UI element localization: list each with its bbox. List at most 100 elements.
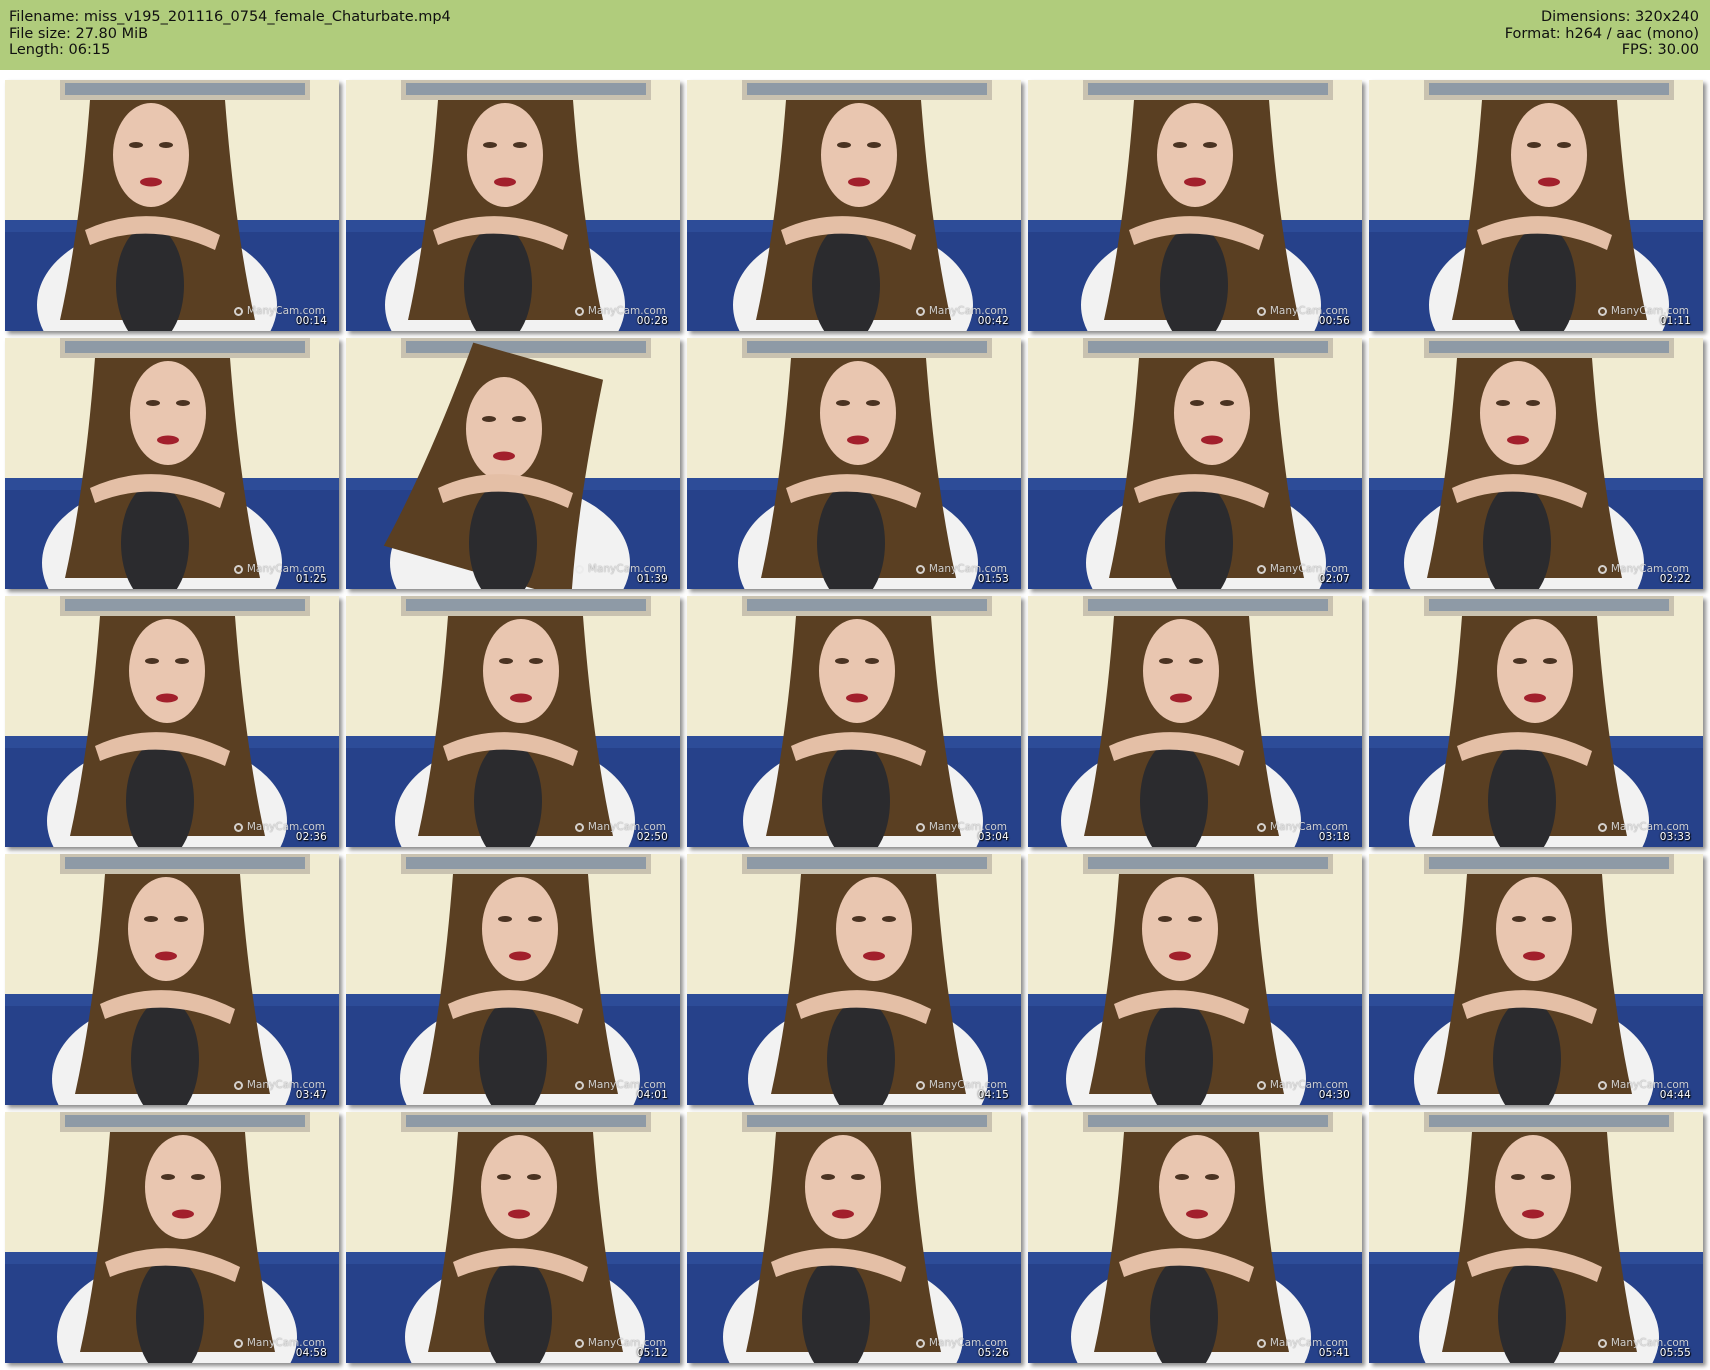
fps-line: FPS: 30.00 xyxy=(1621,42,1699,58)
thumbnail-scene xyxy=(346,338,680,589)
dimensions-line: Dimensions: 320x240 xyxy=(1540,9,1699,25)
thumbnail-frame[interactable]: ManyCam.com 04:58 xyxy=(5,1112,339,1363)
thumbnail-frame[interactable]: ManyCam.com 03:33 xyxy=(1369,596,1703,847)
timestamp: 05:12 xyxy=(636,1347,668,1359)
thumbnail-frame[interactable]: ManyCam.com 02:36 xyxy=(5,596,339,847)
thumbnail-frame[interactable]: ManyCam.com 03:47 xyxy=(5,854,339,1105)
camera-logo-icon xyxy=(1256,565,1266,574)
thumbnail-scene xyxy=(346,596,680,847)
timestamp: 02:07 xyxy=(1318,573,1350,585)
camera-logo-icon xyxy=(233,307,243,316)
thumbnail-scene xyxy=(687,80,1021,331)
thumbnail-frame[interactable]: ManyCam.com 05:26 xyxy=(687,1112,1021,1363)
timestamp: 03:04 xyxy=(977,831,1009,843)
thumbnail-frame[interactable]: ManyCam.com 00:56 xyxy=(1028,80,1362,331)
timestamp: 04:44 xyxy=(1659,1089,1691,1101)
timestamp: 04:58 xyxy=(295,1347,327,1359)
thumbnail-frame[interactable]: ManyCam.com 04:01 xyxy=(346,854,680,1105)
thumbnail-scene xyxy=(1369,596,1703,847)
thumbnail-scene xyxy=(1369,854,1703,1105)
camera-logo-icon xyxy=(1597,307,1607,316)
camera-logo-icon xyxy=(574,823,584,832)
camera-logo-icon xyxy=(574,1339,584,1348)
camera-logo-icon xyxy=(915,1081,925,1090)
timestamp: 01:11 xyxy=(1659,315,1691,327)
thumbnail-scene xyxy=(1028,80,1362,331)
camera-logo-icon xyxy=(1597,1081,1607,1090)
camera-logo-icon xyxy=(1256,823,1266,832)
thumbnail-frame[interactable]: ManyCam.com 02:22 xyxy=(1369,338,1703,589)
thumbnail-frame[interactable]: ManyCam.com 01:11 xyxy=(1369,80,1703,331)
thumbnail-scene xyxy=(1369,1112,1703,1363)
thumbnail-frame[interactable]: ManyCam.com 03:18 xyxy=(1028,596,1362,847)
camera-logo-icon xyxy=(1597,823,1607,832)
camera-logo-icon xyxy=(1256,307,1266,316)
thumbnail-scene xyxy=(346,1112,680,1363)
thumbnail-frame[interactable]: ManyCam.com 00:42 xyxy=(687,80,1021,331)
timestamp: 04:01 xyxy=(636,1089,668,1101)
camera-logo-icon xyxy=(574,565,584,574)
thumbnail-frame[interactable]: ManyCam.com 05:55 xyxy=(1369,1112,1703,1363)
format-line: Format: h264 / aac (mono) xyxy=(1504,25,1699,42)
thumbnail-scene xyxy=(1028,1112,1362,1363)
camera-logo-icon xyxy=(1256,1081,1266,1090)
camera-logo-icon xyxy=(1256,1339,1266,1348)
thumbnail-frame[interactable]: ManyCam.com 05:12 xyxy=(346,1112,680,1363)
timestamp: 00:56 xyxy=(1318,315,1350,327)
thumbnail-scene xyxy=(5,1112,339,1363)
thumbnail-frame[interactable]: ManyCam.com 04:44 xyxy=(1369,854,1703,1105)
timestamp: 02:50 xyxy=(636,831,668,843)
thumbnail-scene xyxy=(1028,338,1362,589)
thumbnail-frame[interactable]: ManyCam.com 01:25 xyxy=(5,338,339,589)
thumbnail-scene xyxy=(1369,80,1703,331)
camera-logo-icon xyxy=(233,823,243,832)
camera-logo-icon xyxy=(1597,1339,1607,1348)
camera-logo-icon xyxy=(574,307,584,316)
camera-logo-icon xyxy=(915,823,925,832)
camera-logo-icon xyxy=(915,565,925,574)
timestamp: 00:42 xyxy=(977,315,1009,327)
timestamp: 01:25 xyxy=(295,573,327,585)
length-line: Length: 06:15 xyxy=(9,42,111,58)
thumbnail-scene xyxy=(687,596,1021,847)
timestamp: 00:28 xyxy=(636,315,668,327)
thumbnail-scene xyxy=(5,854,339,1105)
camera-logo-icon xyxy=(233,1339,243,1348)
camera-logo-icon xyxy=(574,1081,584,1090)
thumbnail-scene xyxy=(1028,854,1362,1105)
thumbnail-frame[interactable]: ManyCam.com 05:41 xyxy=(1028,1112,1362,1363)
timestamp: 02:22 xyxy=(1659,573,1691,585)
thumbnail-scene xyxy=(687,338,1021,589)
timestamp: 00:14 xyxy=(295,315,327,327)
thumbnail-frame[interactable]: ManyCam.com 01:39 xyxy=(346,338,680,589)
stream-info: Dimensions: 320x240 Format: h264 / aac (… xyxy=(1505,9,1699,59)
thumbnail-frame[interactable]: ManyCam.com 02:07 xyxy=(1028,338,1362,589)
timestamp: 05:26 xyxy=(977,1347,1009,1359)
thumbnail-frame[interactable]: ManyCam.com 02:50 xyxy=(346,596,680,847)
timestamp: 03:47 xyxy=(295,1089,327,1101)
camera-logo-icon xyxy=(915,307,925,316)
file-info: Filename: miss_v195_201116_0754_female_C… xyxy=(9,9,451,59)
thumbnail-frame[interactable]: ManyCam.com 04:15 xyxy=(687,854,1021,1105)
camera-logo-icon xyxy=(233,565,243,574)
timestamp: 04:30 xyxy=(1318,1089,1350,1101)
thumbnail-frame[interactable]: ManyCam.com 03:04 xyxy=(687,596,1021,847)
thumbnail-scene xyxy=(1369,338,1703,589)
timestamp: 01:53 xyxy=(977,573,1009,585)
camera-logo-icon xyxy=(233,1081,243,1090)
thumbnail-frame[interactable]: ManyCam.com 01:53 xyxy=(687,338,1021,589)
timestamp: 02:36 xyxy=(295,831,327,843)
filename-line: Filename: miss_v195_201116_0754_female_C… xyxy=(9,9,451,25)
thumbnail-scene xyxy=(687,854,1021,1105)
thumbnail-frame[interactable]: ManyCam.com 00:28 xyxy=(346,80,680,331)
thumbnail-frame[interactable]: ManyCam.com 04:30 xyxy=(1028,854,1362,1105)
thumbnail-frame[interactable]: ManyCam.com 00:14 xyxy=(5,80,339,331)
thumbnail-grid: ManyCam.com 00:14 ManyCam.com 00:28 ManyCam.… xyxy=(0,70,1710,1370)
thumbnail-scene xyxy=(346,80,680,331)
thumbnail-scene xyxy=(687,1112,1021,1363)
timestamp: 04:15 xyxy=(977,1089,1009,1101)
timestamp: 05:55 xyxy=(1659,1347,1691,1359)
camera-logo-icon xyxy=(915,1339,925,1348)
info-header: Filename: miss_v195_201116_0754_female_C… xyxy=(0,0,1710,70)
thumbnail-scene xyxy=(5,80,339,331)
